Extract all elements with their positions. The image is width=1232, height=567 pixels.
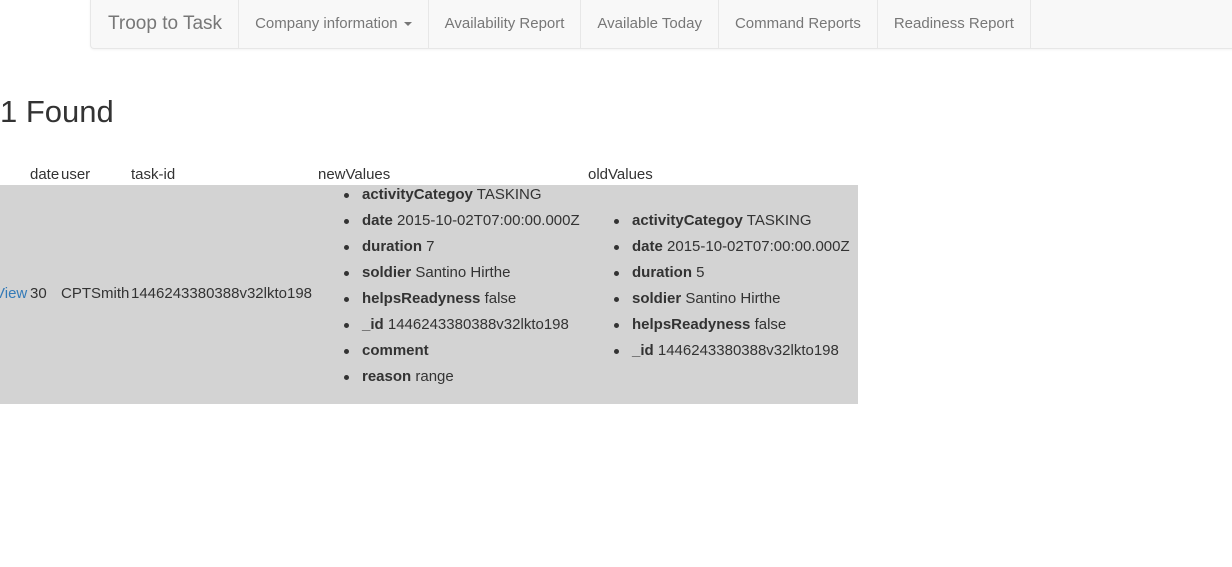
column-header-date: date — [30, 166, 60, 183]
kv-key: duration — [632, 264, 692, 281]
list-item: helpsReadyness false — [344, 289, 580, 315]
list-item: soldier Santino Hirthe — [344, 263, 580, 289]
kv-key: _id — [362, 316, 384, 333]
kv-value: 1446243380388v32lkto198 — [657, 342, 839, 359]
kv-key: date — [632, 238, 663, 255]
caret-down-icon — [403, 21, 412, 26]
kv-key: date — [362, 212, 393, 229]
column-header-user: user — [61, 166, 91, 183]
list-item: _id 1446243380388v32lkto198 — [344, 315, 580, 341]
nav-list: Troop to Task Company information Availa… — [91, 0, 1232, 48]
top-navbar: Troop to Task Company information Availa… — [90, 0, 1232, 49]
kv-value: 1446243380388v32lkto198 — [387, 316, 569, 333]
kv-key: activityCategoy — [632, 212, 743, 229]
kv-value: range — [415, 368, 454, 385]
kv-value: 5 — [696, 264, 705, 281]
old-values-list: activityCategoy TASKING date 2015-10-02T… — [614, 211, 850, 367]
kv-key: duration — [362, 238, 422, 255]
list-item: helpsReadyness false — [614, 315, 850, 341]
column-header-task-id: task-id — [131, 166, 176, 183]
column-header-new-values: newValues — [318, 166, 391, 183]
list-item: reason range — [344, 367, 580, 393]
kv-value: 7 — [426, 238, 435, 255]
nav-item-availability-report[interactable]: Availability Report — [429, 0, 582, 48]
nav-item-available-today[interactable]: Available Today — [581, 0, 719, 48]
list-item: date 2015-10-02T07:00:00.000Z — [614, 237, 850, 263]
table-row: View 30 CPTSmith 1446243380388v32lkto198… — [0, 185, 858, 404]
kv-key: comment — [362, 342, 429, 359]
list-item: activityCategoy TASKING — [344, 185, 580, 211]
nav-item-readiness-report[interactable]: Readiness Report — [878, 0, 1031, 48]
list-item: _id 1446243380388v32lkto198 — [614, 341, 850, 367]
kv-key: helpsReadyness — [362, 290, 481, 307]
kv-value: Santino Hirthe — [415, 264, 511, 281]
column-header-old-values: oldValues — [588, 166, 653, 183]
cell-user: CPTSmith — [61, 285, 130, 302]
kv-value: 2015-10-02T07:00:00.000Z — [397, 212, 580, 229]
kv-value: false — [484, 290, 517, 307]
view-link[interactable]: View — [0, 285, 27, 302]
cell-date: 30 — [30, 285, 47, 302]
kv-value: TASKING — [746, 212, 812, 229]
nav-item-command-reports[interactable]: Command Reports — [719, 0, 878, 48]
kv-value: TASKING — [476, 186, 542, 203]
list-item: duration 5 — [614, 263, 850, 289]
kv-key: helpsReadyness — [632, 316, 751, 333]
nav-item-label: Company information — [255, 15, 398, 32]
kv-key: reason — [362, 368, 412, 385]
new-values-list: activityCategoy TASKING date 2015-10-02T… — [344, 185, 580, 393]
kv-value: false — [754, 316, 787, 333]
list-item: soldier Santino Hirthe — [614, 289, 850, 315]
kv-key: activityCategoy — [362, 186, 473, 203]
list-item: activityCategoy TASKING — [614, 211, 850, 237]
kv-key: soldier — [362, 264, 412, 281]
nav-item-company-information[interactable]: Company information — [239, 0, 429, 48]
kv-key: soldier — [632, 290, 682, 307]
page-title: 1 Found — [0, 94, 114, 129]
list-item: comment — [344, 341, 580, 367]
nav-brand[interactable]: Troop to Task — [91, 0, 240, 48]
kv-value: 2015-10-02T07:00:00.000Z — [667, 238, 850, 255]
list-item: duration 7 — [344, 237, 580, 263]
list-item: date 2015-10-02T07:00:00.000Z — [344, 211, 580, 237]
kv-value: Santino Hirthe — [685, 290, 781, 307]
kv-key: _id — [632, 342, 654, 359]
cell-task-id: 1446243380388v32lkto198 — [131, 285, 313, 302]
